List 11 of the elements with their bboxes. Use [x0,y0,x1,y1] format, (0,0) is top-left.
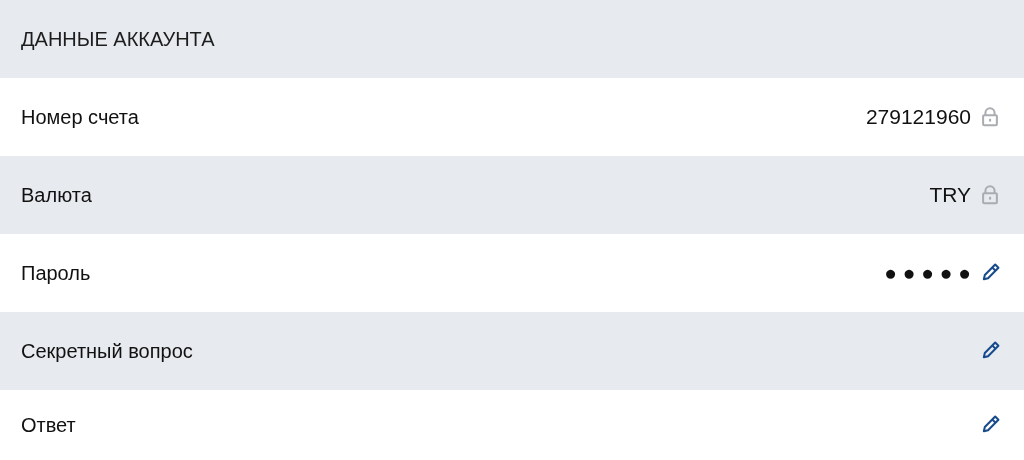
field-value: ● ● ● ● ● [884,260,971,287]
field-value: TRY [929,182,971,209]
section-title: ДАННЫЕ АККАУНТА [21,27,215,52]
field-label: Валюта [21,183,92,208]
field-label: Пароль [21,261,91,286]
field-label: Ответ [21,413,76,438]
lock-icon [979,106,1001,128]
field-value: 279121960 [865,104,971,131]
field-label: Секретный вопрос [21,339,193,364]
field-label: Номер счета [21,105,139,130]
lock-icon [979,184,1001,206]
